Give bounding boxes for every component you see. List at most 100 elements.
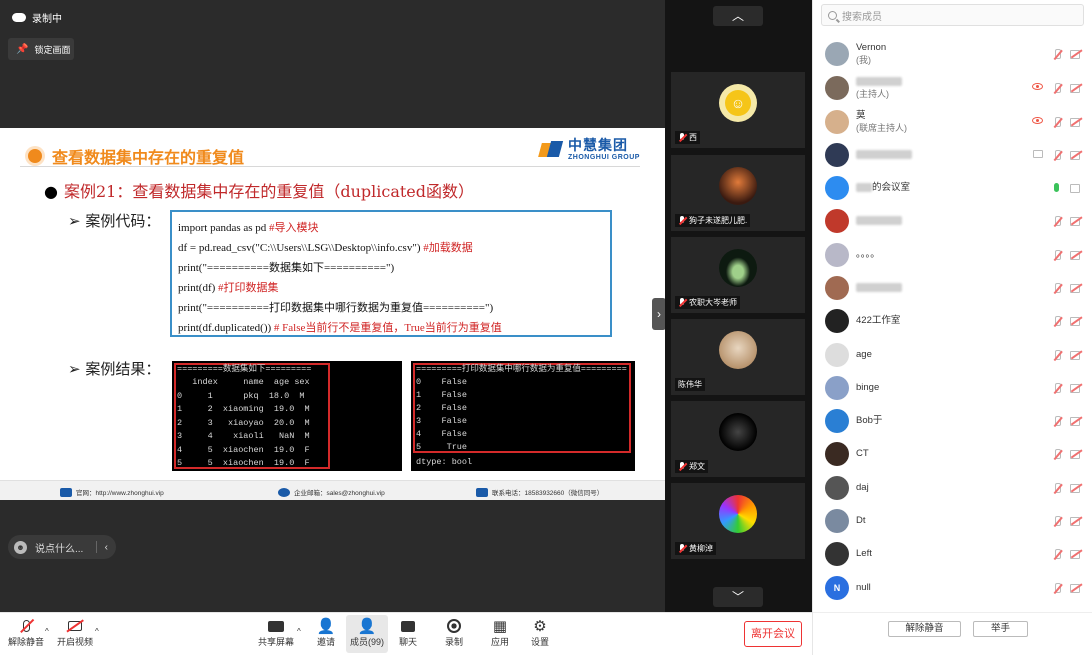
share-screen-button[interactable]: 共享屏幕 <box>258 617 294 648</box>
camera-off-icon[interactable] <box>1070 250 1082 260</box>
unmute-all-button[interactable]: 解除静音 <box>888 621 961 637</box>
mic-muted-icon[interactable] <box>1052 350 1062 361</box>
camera-off-icon[interactable] <box>1070 383 1082 393</box>
camera-off-icon[interactable] <box>1070 49 1082 59</box>
member-row[interactable] <box>813 205 1092 237</box>
camera-off-icon[interactable] <box>1070 549 1082 559</box>
camera-off-icon[interactable] <box>1070 516 1082 526</box>
member-row[interactable]: 的会议室 <box>813 172 1092 204</box>
chevron-down-icon[interactable]: ﹀ <box>713 587 763 607</box>
mic-muted-icon[interactable] <box>1052 117 1062 128</box>
video-tile[interactable]: ☺ 西 <box>671 72 805 148</box>
video-tile[interactable]: 农职大岑老师 <box>671 237 805 313</box>
mic-muted-icon[interactable] <box>1052 216 1062 227</box>
invite-button[interactable]: 👤 邀请 <box>316 617 336 648</box>
mic-muted-icon[interactable] <box>1052 416 1062 427</box>
mic-muted-icon[interactable] <box>1052 583 1062 594</box>
camera-off-icon[interactable] <box>1070 483 1082 493</box>
member-row[interactable] <box>813 272 1092 304</box>
camera-icon[interactable] <box>1070 183 1082 193</box>
chevron-up-icon[interactable]: ︿ <box>713 6 763 26</box>
mic-muted-icon[interactable] <box>1052 283 1062 294</box>
chevron-up-icon[interactable]: ^ <box>95 627 99 636</box>
record-button[interactable]: 录制 <box>444 617 464 648</box>
chevron-left-icon[interactable]: ‹ <box>105 542 108 553</box>
eye-icon[interactable] <box>1032 117 1043 124</box>
member-row[interactable]: Bob于 <box>813 405 1092 437</box>
camera-off-icon[interactable] <box>1070 449 1082 459</box>
redacted-text <box>856 76 902 86</box>
video-tile[interactable]: 黄柳淖 <box>671 483 805 559</box>
member-row[interactable]: (主持人) <box>813 72 1092 104</box>
participant-name-text: 狗子未遂肥儿肥. <box>689 216 748 225</box>
camera-off-icon[interactable] <box>1070 150 1082 160</box>
member-row[interactable]: 。。。。 <box>813 239 1092 271</box>
chat-input[interactable]: ☻ 说点什么... ‹ <box>8 535 116 559</box>
collapse-strip-button[interactable]: › <box>652 298 666 330</box>
mic-muted-icon[interactable] <box>1052 150 1062 161</box>
raise-hand-button[interactable]: 举手 <box>973 621 1028 637</box>
unmute-button[interactable]: 解除静音 <box>8 617 44 648</box>
member-row[interactable]: 422工作室 <box>813 305 1092 337</box>
chat-button[interactable]: 聊天 <box>398 617 418 648</box>
search-placeholder: 搜索成员 <box>842 11 882 23</box>
camera-off-icon[interactable] <box>1070 117 1082 127</box>
avatar <box>825 110 849 134</box>
mic-muted-icon[interactable] <box>1052 250 1062 261</box>
mic-muted-icon[interactable] <box>1052 449 1062 460</box>
member-row[interactable]: Vernon (我) <box>813 38 1092 70</box>
camera-off-icon[interactable] <box>1070 316 1082 326</box>
mic-muted-icon[interactable] <box>1052 483 1062 494</box>
camera-off-icon[interactable] <box>1070 416 1082 426</box>
avatar <box>825 376 849 400</box>
screen-share-icon[interactable] <box>1033 150 1043 158</box>
settings-button[interactable]: ⚙ 设置 <box>530 617 550 648</box>
start-video-button[interactable]: 开启视频 <box>57 617 93 648</box>
member-search-input[interactable]: 搜索成员 <box>821 4 1084 26</box>
apps-button[interactable]: ▦ 应用 <box>490 617 510 648</box>
company-logo: 中慧集团 ZHONGHUI GROUP <box>538 138 640 161</box>
member-role: (我) <box>856 55 871 65</box>
chevron-up-icon[interactable]: ^ <box>297 627 301 636</box>
terminal-line: 0 1 pkq 18.0 M <box>177 391 305 401</box>
footer-website: 官网：http://www.zhonghui.vip <box>60 487 164 497</box>
camera-off-icon[interactable] <box>1070 283 1082 293</box>
member-row[interactable]: Dt <box>813 505 1092 537</box>
mic-muted-icon[interactable] <box>1052 316 1062 327</box>
member-row[interactable]: daj <box>813 472 1092 504</box>
camera-off-icon[interactable] <box>1070 350 1082 360</box>
participant-name-text: 黄柳淖 <box>689 544 713 553</box>
member-row[interactable]: age <box>813 339 1092 371</box>
members-button[interactable]: 👤 成员(99) <box>346 615 388 653</box>
leave-meeting-button[interactable]: 离开会议 <box>744 621 802 647</box>
mic-muted-icon <box>16 617 36 635</box>
eye-icon[interactable] <box>1032 83 1043 90</box>
chevron-up-icon[interactable]: ^ <box>45 627 49 636</box>
member-row[interactable]: 莫 (联席主持人) <box>813 106 1092 138</box>
camera-off-icon[interactable] <box>1070 583 1082 593</box>
member-row[interactable] <box>813 139 1092 171</box>
mic-muted-icon[interactable] <box>1052 383 1062 394</box>
member-row[interactable]: CT <box>813 438 1092 470</box>
emoji-icon[interactable]: ☻ <box>14 540 27 554</box>
mic-muted-icon[interactable] <box>1052 83 1062 94</box>
code-text: print(df.duplicated()) <box>178 322 274 334</box>
member-row[interactable]: Nnull <box>813 572 1092 604</box>
avatar <box>719 495 757 533</box>
result-label: ➢ 案例结果： <box>68 360 161 378</box>
member-name: binge <box>856 382 879 394</box>
member-row[interactable]: binge <box>813 372 1092 404</box>
mic-icon[interactable] <box>1054 183 1059 192</box>
mic-muted-icon[interactable] <box>1052 549 1062 560</box>
video-tile[interactable]: 郑文 <box>671 401 805 477</box>
camera-off-icon[interactable] <box>1070 216 1082 226</box>
code-label-text: 案例代码： <box>85 212 161 230</box>
avatar <box>825 343 849 367</box>
video-tile[interactable]: 陈伟华 <box>671 319 805 395</box>
member-row[interactable]: Left <box>813 538 1092 570</box>
mic-muted-icon[interactable] <box>1052 516 1062 527</box>
lock-view-button[interactable]: 📌 锁定画面 <box>8 38 74 60</box>
mic-muted-icon[interactable] <box>1052 49 1062 60</box>
camera-off-icon[interactable] <box>1070 83 1082 93</box>
video-tile[interactable]: 狗子未遂肥儿肥. <box>671 155 805 231</box>
